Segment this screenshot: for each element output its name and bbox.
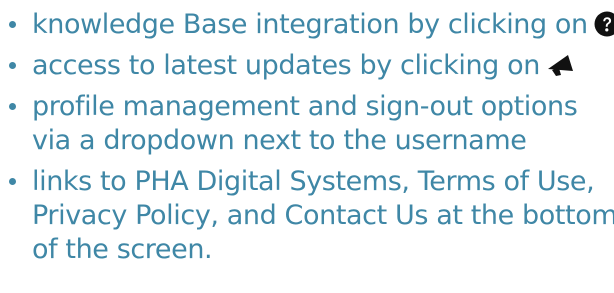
bullet-dot [9,178,16,185]
list-item-line: Privacy Policy, and Contact Us at the bo… [32,200,614,231]
bullet-dot [9,62,16,69]
list-item-text: knowledge Base integration by clicking o… [32,9,588,40]
list-item-knowledge-base: knowledge Base integration by clicking o… [8,8,614,42]
list-item-line: knowledge Base integration by clicking o… [32,8,614,42]
list-item-line: access to latest updates by clicking on [32,49,608,83]
list-item-line: of the screen. [32,234,213,265]
list-item-footer-links: links to PHA Digital Systems, Terms of U… [8,165,614,267]
list-item-line: links to PHA Digital Systems, Terms of U… [32,166,595,197]
feature-bullet-list: knowledge Base integration by clicking o… [8,8,614,274]
list-item-profile-management: profile management and sign-out options … [8,90,608,158]
bullet-dot [9,21,16,28]
list-item-latest-updates: access to latest updates by clicking on [8,49,608,83]
list-item-line: via a dropdown next to the username [32,125,527,156]
list-item-text: access to latest updates by clicking on [32,50,540,81]
list-item-line: profile management and sign-out options [32,91,578,122]
megaphone-icon [546,52,576,78]
question-circle-icon [594,11,614,37]
bullet-dot [9,103,16,110]
